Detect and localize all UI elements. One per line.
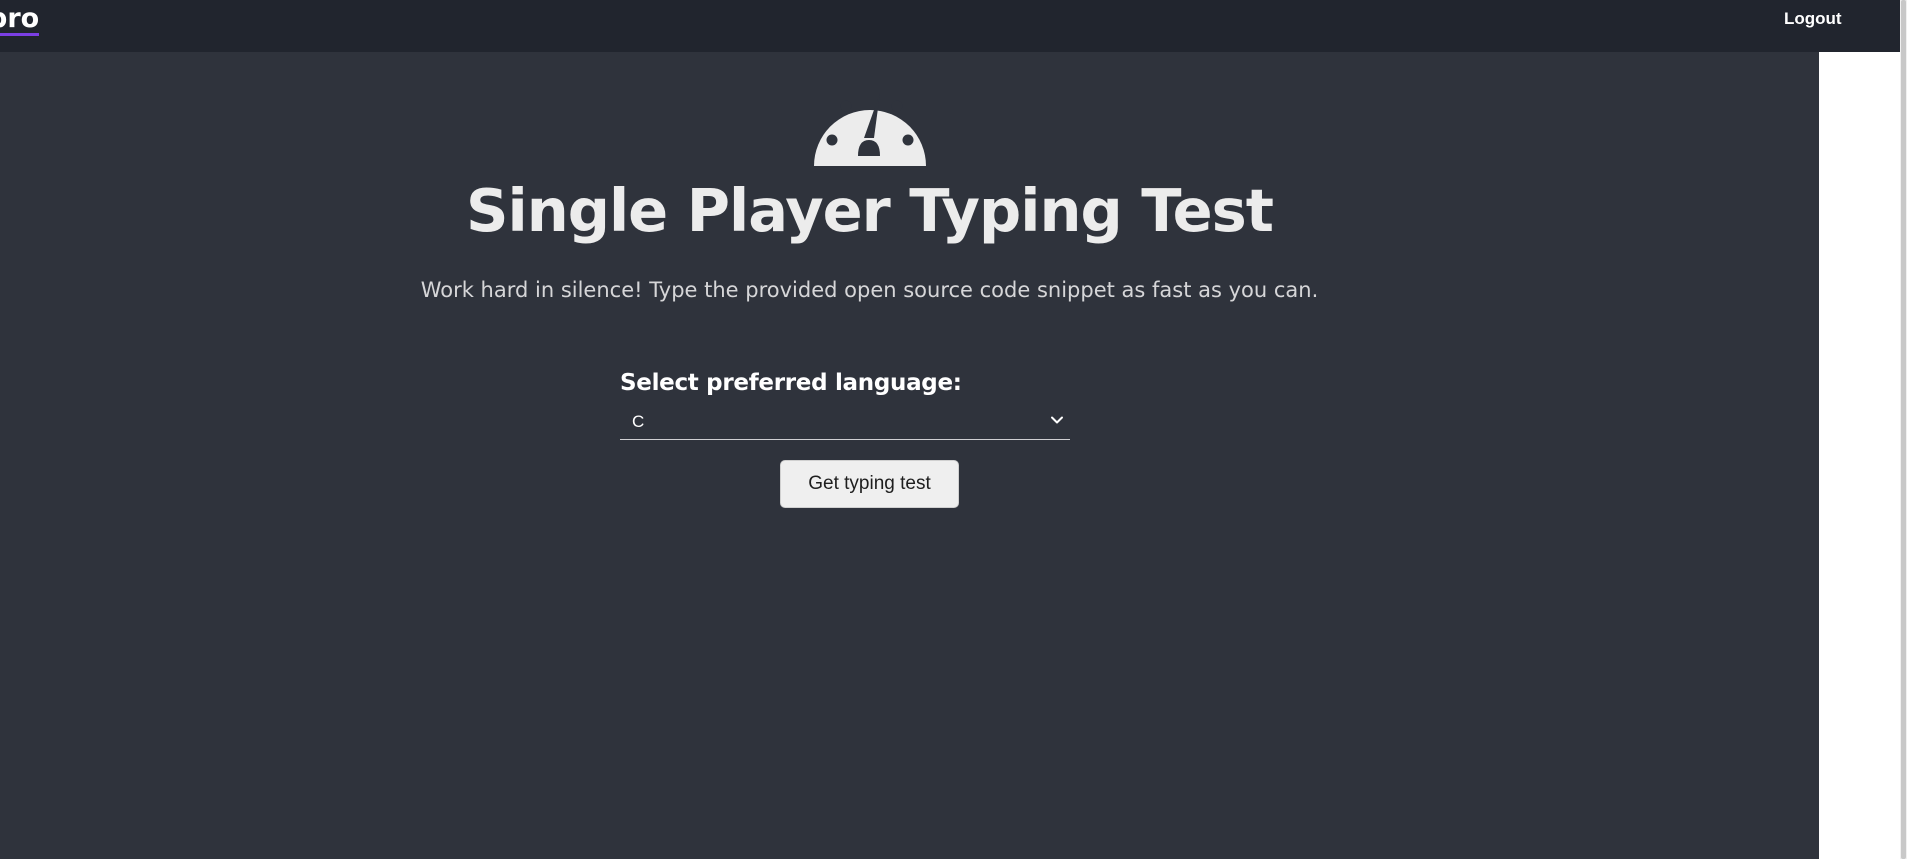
- gauge-dot: [902, 134, 914, 146]
- language-select[interactable]: C: [620, 406, 1070, 440]
- page-subtitle: Work hard in silence! Type the provided …: [420, 278, 1319, 302]
- main-content: [0, 52, 1819, 859]
- language-label: Select preferred language:: [620, 370, 962, 396]
- right-gutter: [1819, 52, 1900, 859]
- chevron-down-icon: [1051, 416, 1063, 424]
- page-title: Single Player Typing Test: [466, 176, 1274, 245]
- navbar: pro Logout: [0, 0, 1900, 52]
- brand-logo[interactable]: pro: [0, 5, 40, 36]
- language-select-value: C: [632, 412, 645, 431]
- get-typing-test-button[interactable]: Get typing test: [780, 460, 959, 508]
- gauge-dot: [826, 134, 838, 146]
- gauge-dot: [891, 100, 903, 112]
- tachometer-icon: [814, 93, 926, 166]
- scrollbar-thumb[interactable]: [1901, 0, 1906, 859]
- gauge-dot: [840, 100, 852, 112]
- logout-link[interactable]: Logout: [1780, 7, 1846, 31]
- page: pro Logout Single Player Typing Test Wor…: [0, 0, 1907, 859]
